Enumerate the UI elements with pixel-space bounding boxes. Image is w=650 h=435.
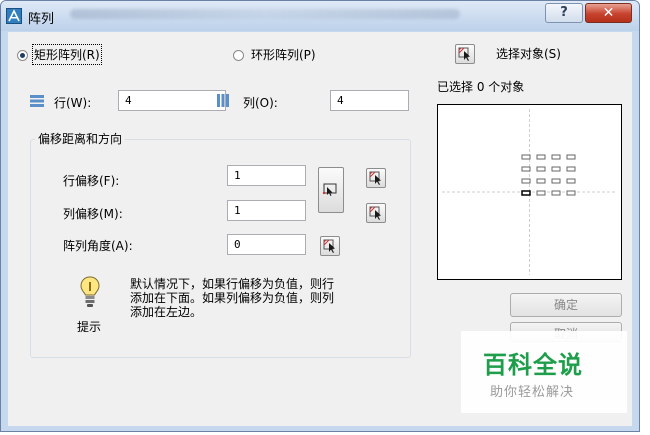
tip-line-3: 添加在左边。: [130, 305, 203, 319]
watermark-title: 百科全说: [483, 351, 583, 379]
rows-label: 行(W):: [54, 96, 92, 110]
preview-canvas: [442, 109, 617, 275]
help-button[interactable]: ?: [545, 3, 583, 23]
pick-row-offset-button[interactable]: [366, 168, 386, 188]
pick-cursor-icon: [323, 239, 335, 253]
pick-col-offset-button[interactable]: [366, 203, 386, 223]
tip-text: 默认情况下，如果行偏移为负值，则行 添加在下面。如果列偏移为负值，则列 添加在左…: [130, 277, 390, 319]
rows-input[interactable]: 4: [118, 90, 226, 111]
tip-label: 提示: [77, 320, 102, 334]
pick-offsets-icon: [322, 183, 337, 196]
lightbulb-icon: [79, 276, 101, 310]
app-icon: [6, 8, 22, 24]
cols-icon: [217, 94, 229, 107]
col-offset-input[interactable]: 1: [227, 200, 306, 221]
watermark-subtitle: 助你轻松解决: [490, 385, 575, 400]
window-title: 阵列: [28, 12, 55, 27]
row-offset-label: 行偏移(F):: [63, 174, 120, 188]
rect-array-label[interactable]: 矩形阵列(R): [32, 44, 102, 65]
pick-cursor-icon: [369, 171, 381, 185]
tip-line-1: 默认情况下，如果行偏移为负值，则行: [130, 277, 335, 291]
close-button[interactable]: ✕: [585, 3, 632, 23]
pick-both-offsets-button[interactable]: [318, 167, 344, 213]
tip-line-2: 添加在下面。如果列偏移为负值，则列: [130, 291, 335, 305]
cols-input[interactable]: 4: [330, 90, 409, 111]
offset-group-label: 偏移距离和方向: [35, 130, 126, 147]
select-objects-button[interactable]: [455, 44, 475, 64]
select-objects-label[interactable]: 选择对象(S): [496, 45, 561, 62]
pick-angle-button[interactable]: [320, 236, 340, 256]
pick-cursor-icon: [458, 47, 470, 61]
array-preview: [437, 104, 622, 280]
row-offset-input[interactable]: 1: [227, 165, 306, 186]
polar-array-label[interactable]: 环形阵列(P): [251, 46, 316, 63]
selection-status: 已选择 0 个对象: [437, 80, 525, 94]
rows-icon: [30, 95, 44, 107]
rect-array-radio[interactable]: [17, 50, 28, 61]
blurred-title-area: [70, 9, 460, 19]
col-offset-label: 列偏移(M):: [63, 207, 123, 221]
angle-label: 阵列角度(A):: [63, 239, 133, 253]
cols-label: 列(O):: [243, 96, 278, 110]
pick-cursor-icon: [369, 206, 381, 220]
polar-array-radio[interactable]: [233, 50, 244, 61]
ok-button[interactable]: 确定: [510, 293, 622, 317]
angle-input[interactable]: 0: [227, 234, 306, 255]
